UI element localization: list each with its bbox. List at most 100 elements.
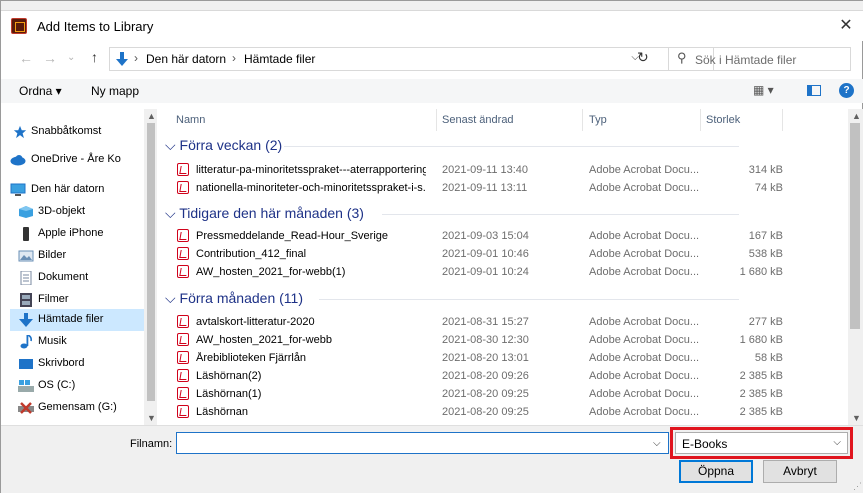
filename-label: Filnamn:	[130, 438, 173, 450]
column-divider[interactable]	[700, 109, 701, 131]
star-icon	[13, 125, 27, 139]
breadcrumb-downloads[interactable]: Hämtade filer	[244, 52, 315, 66]
table-row[interactable]: Läshörnan(1) 2021-08-20 09:25 Adobe Acro…	[159, 385, 819, 403]
file-size: 2 385 kB	[739, 388, 783, 400]
table-row[interactable]: Årebiblioteken Fjärrlån 2021-08-20 13:01…	[159, 349, 819, 367]
file-type: Adobe Acrobat Docu...	[589, 334, 700, 346]
column-header-name[interactable]: Namn	[176, 114, 205, 136]
breadcrumb-separator[interactable]: ›	[134, 51, 138, 65]
organize-button[interactable]: Ordna ▾	[19, 84, 62, 98]
scroll-down-icon[interactable]: ▼	[147, 413, 156, 423]
up-arrow-icon[interactable]: ↑	[91, 49, 98, 65]
nav-item-label: Snabbåtkomst	[31, 125, 102, 137]
nav-item-apple-iphone[interactable]: Apple iPhone	[10, 223, 145, 245]
desktop-icon	[19, 359, 33, 369]
table-row[interactable]: avtalskort-litteratur-2020 2021-08-31 15…	[159, 313, 819, 331]
scroll-up-icon[interactable]: ▲	[147, 111, 156, 121]
table-row[interactable]: Contribution_412_final 2021-09-01 10:46 …	[159, 245, 819, 263]
nav-item-downloads[interactable]: Hämtade filer	[10, 309, 145, 331]
file-type: Adobe Acrobat Docu...	[589, 248, 700, 260]
back-arrow-icon[interactable]: ←	[19, 50, 33, 66]
file-type: Adobe Acrobat Docu...	[589, 352, 700, 364]
chevron-down-icon: ⌵	[165, 205, 180, 221]
column-divider[interactable]	[436, 109, 437, 131]
chevron-down-icon: ⌵	[833, 437, 841, 448]
recent-locations-icon[interactable]: ⌄	[67, 52, 75, 63]
group-header[interactable]: ⌵ Tidigare den här månaden (3)	[165, 205, 364, 222]
table-row[interactable]: Läshörnan 2021-08-20 09:25 Adobe Acrobat…	[159, 403, 819, 421]
drive-icon	[18, 380, 34, 392]
file-name: Läshörnan	[196, 406, 248, 418]
table-row[interactable]: nationella-minoriteter-och-minoritetsspr…	[159, 179, 819, 197]
column-header-size[interactable]: Storlek	[706, 114, 740, 136]
breadcrumb-separator[interactable]: ›	[232, 51, 236, 65]
forward-arrow-icon[interactable]: →	[43, 50, 57, 66]
cancel-button[interactable]: Avbryt	[763, 460, 837, 483]
breadcrumb-this-pc[interactable]: Den här datorn	[146, 52, 226, 66]
music-icon	[20, 335, 32, 349]
group-title: Tidigare den här månaden (3)	[179, 205, 364, 221]
pdf-file-icon	[177, 369, 189, 382]
file-size: 74 kB	[754, 182, 783, 194]
scroll-up-icon[interactable]: ▲	[852, 111, 861, 121]
column-divider[interactable]	[582, 109, 583, 131]
file-size: 167 kB	[748, 230, 783, 242]
group-divider	[284, 146, 739, 147]
nav-item-label: OS (C:)	[38, 379, 76, 391]
table-row[interactable]: Läshörnan(2) 2021-08-20 09:26 Adobe Acro…	[159, 367, 819, 385]
phone-icon	[23, 227, 29, 241]
chevron-down-icon[interactable]: ⌵	[653, 438, 661, 449]
table-row[interactable]: Pressmeddelande_Read-Hour_Sverige 2021-0…	[159, 227, 819, 245]
nav-item-desktop[interactable]: Skrivbord	[10, 353, 145, 375]
table-row[interactable]: AW_hosten_2021_for-webb 2021-08-30 12:30…	[159, 331, 819, 349]
document-icon	[20, 271, 32, 285]
file-size: 1 680 kB	[739, 266, 783, 278]
nav-item-label: Apple iPhone	[38, 227, 104, 239]
open-button[interactable]: Öppna	[679, 460, 753, 483]
nav-item-os-c[interactable]: OS (C:)	[10, 375, 145, 397]
pdf-file-icon	[177, 405, 189, 418]
scroll-down-icon[interactable]: ▼	[852, 413, 861, 423]
nav-item-this-pc[interactable]: Den här datorn	[10, 179, 145, 201]
resize-grip-icon[interactable]: ⋰	[853, 481, 862, 492]
new-folder-button[interactable]: Ny mapp	[91, 84, 139, 98]
pdf-file-icon	[177, 333, 189, 346]
file-name: litteratur-pa-minoritetsspraket---aterra…	[196, 164, 426, 176]
nav-item-onedrive[interactable]: OneDrive - Åre Ko	[10, 149, 145, 171]
pdf-file-icon	[177, 265, 189, 278]
nav-item-quick-access[interactable]: Snabbåtkomst	[10, 121, 145, 143]
file-name: avtalskort-litteratur-2020	[196, 316, 315, 328]
group-divider	[319, 299, 739, 300]
group-header[interactable]: ⌵ Förra veckan (2)	[165, 137, 282, 154]
file-name: nationella-minoriteter-och-minoritetsspr…	[196, 182, 426, 194]
file-name: Läshörnan(2)	[196, 370, 262, 382]
file-list-scrollbar-thumb[interactable]	[850, 123, 860, 329]
column-divider[interactable]	[782, 109, 783, 131]
file-size: 1 680 kB	[739, 334, 783, 346]
preview-pane-icon[interactable]	[807, 85, 821, 96]
table-row[interactable]: AW_hosten_2021_for-webb(1) 2021-09-01 10…	[159, 263, 819, 281]
nav-item-label: Hämtade filer	[38, 313, 104, 325]
table-row[interactable]: litteratur-pa-minoritetsspraket---aterra…	[159, 161, 819, 179]
file-type: Adobe Acrobat Docu...	[589, 230, 700, 242]
file-name: Årebiblioteken Fjärrlån	[196, 352, 307, 364]
help-icon[interactable]: ?	[839, 83, 854, 98]
nav-scrollbar-thumb[interactable]	[147, 123, 155, 401]
nav-item-videos[interactable]: Filmer	[10, 289, 145, 311]
view-options-button[interactable]: ▦ ▾	[753, 83, 774, 97]
group-header[interactable]: ⌵ Förra månaden (11)	[165, 290, 303, 307]
pdf-file-icon	[177, 163, 189, 176]
nav-item-pictures[interactable]: Bilder	[10, 245, 145, 267]
nav-item-3d-objects[interactable]: 3D-objekt	[10, 201, 145, 223]
close-button[interactable]: ✕	[836, 16, 856, 36]
column-header-modified[interactable]: Senast ändrad	[442, 114, 514, 136]
file-type: Adobe Acrobat Docu...	[589, 316, 700, 328]
filename-input[interactable]	[176, 432, 669, 454]
nav-item-documents[interactable]: Dokument	[10, 267, 145, 289]
nav-item-music[interactable]: Musik	[10, 331, 145, 353]
address-bar[interactable]: › Den här datorn › Hämtade filer ⌵	[109, 47, 714, 71]
column-header-type[interactable]: Typ	[589, 114, 607, 136]
search-input[interactable]: ⚲ Sök i Hämtade filer	[668, 47, 851, 71]
file-type-filter-select[interactable]: E-Books ⌵	[675, 432, 848, 454]
nav-item-gemensam-g[interactable]: Gemensam (G:)	[10, 397, 145, 419]
